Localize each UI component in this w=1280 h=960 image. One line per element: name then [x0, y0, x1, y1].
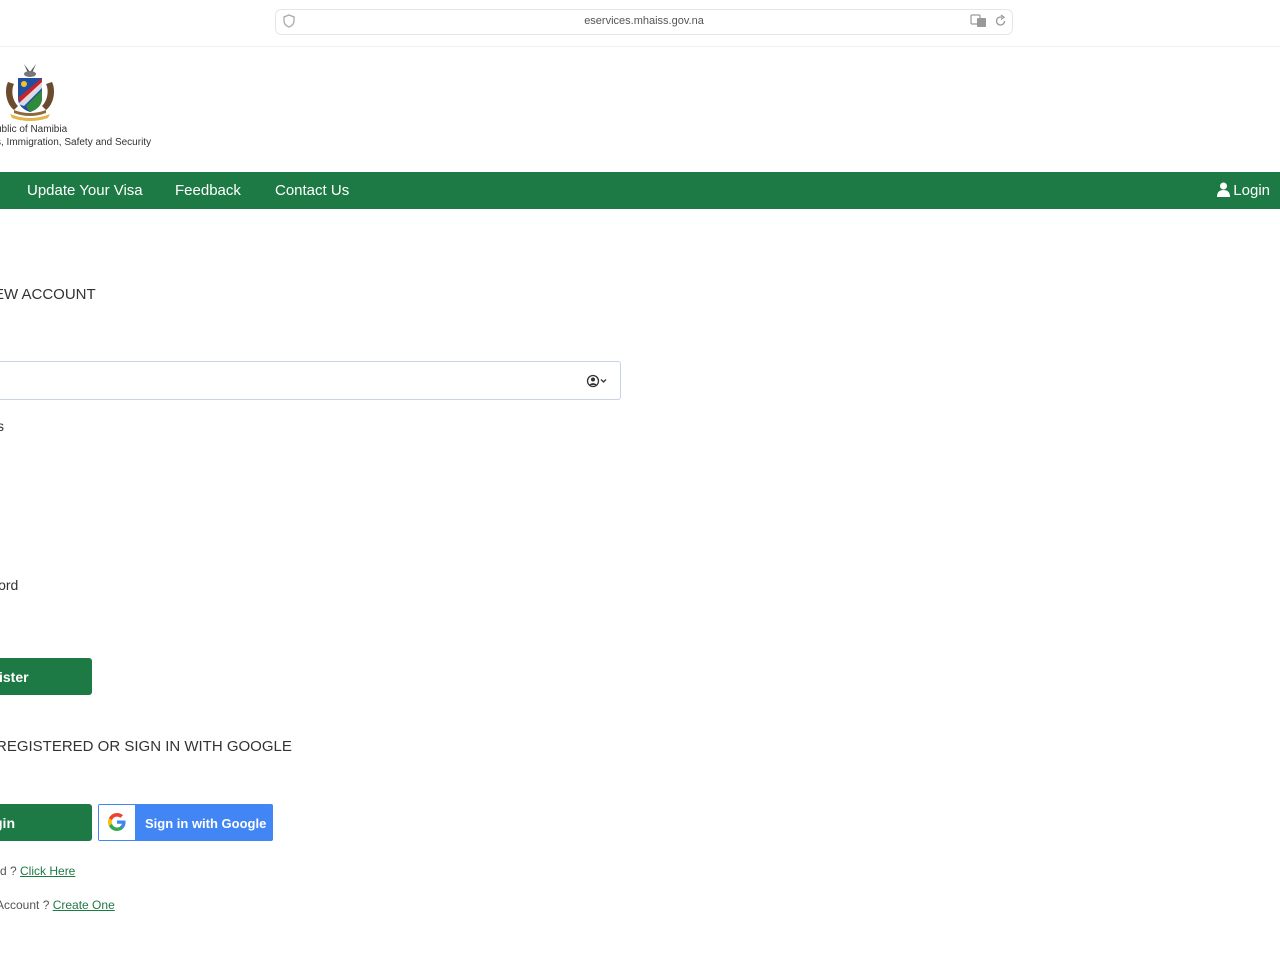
forgot-password-line: rd ? Click Here: [0, 864, 75, 878]
form-heading: EW ACCOUNT: [0, 286, 96, 303]
nav-update-visa[interactable]: Update Your Visa: [27, 182, 143, 199]
url-text: eservices.mhaiss.gov.na: [584, 15, 704, 27]
password-autofill-icon[interactable]: [586, 374, 610, 388]
nav-login[interactable]: Login: [1217, 182, 1270, 199]
org-name-line2: s, Immigration, Safety and Security: [0, 137, 152, 148]
org-name-line1: ublic of Namibia: [0, 124, 68, 135]
address-bar[interactable]: eservices.mhaiss.gov.na: [275, 9, 1013, 35]
register-button-label: ister: [0, 669, 29, 685]
create-account-text: Account ?: [0, 898, 53, 912]
login-button[interactable]: gin: [0, 804, 92, 841]
reload-icon[interactable]: [994, 14, 1007, 28]
main-navbar: Update Your Visa Feedback Contact Us Log…: [0, 172, 1280, 209]
coat-of-arms-logo: [6, 64, 54, 121]
register-button[interactable]: ister: [0, 658, 92, 695]
click-here-link[interactable]: Click Here: [20, 864, 75, 878]
email-input[interactable]: [0, 361, 621, 400]
password-label: word: [0, 577, 19, 593]
signin-heading: REGISTERED OR SIGN IN WITH GOOGLE: [0, 738, 292, 755]
create-one-link[interactable]: Create One: [53, 898, 115, 912]
nav-contact-us[interactable]: Contact Us: [275, 182, 349, 199]
translate-icon[interactable]: [970, 14, 988, 28]
browser-divider: [0, 46, 1280, 47]
google-g-icon: [108, 813, 126, 831]
user-icon: [1217, 182, 1231, 197]
nav-feedback[interactable]: Feedback: [175, 182, 241, 199]
google-logo-box: [99, 805, 135, 840]
email-label: ss: [0, 418, 4, 434]
forgot-password-text: rd ?: [0, 864, 17, 878]
google-signin-button[interactable]: Sign in with Google: [98, 804, 273, 841]
create-account-line: Account ? Create One: [0, 898, 115, 912]
nav-login-label: Login: [1233, 182, 1270, 199]
login-button-label: gin: [0, 815, 15, 831]
google-signin-label: Sign in with Google: [145, 816, 267, 831]
